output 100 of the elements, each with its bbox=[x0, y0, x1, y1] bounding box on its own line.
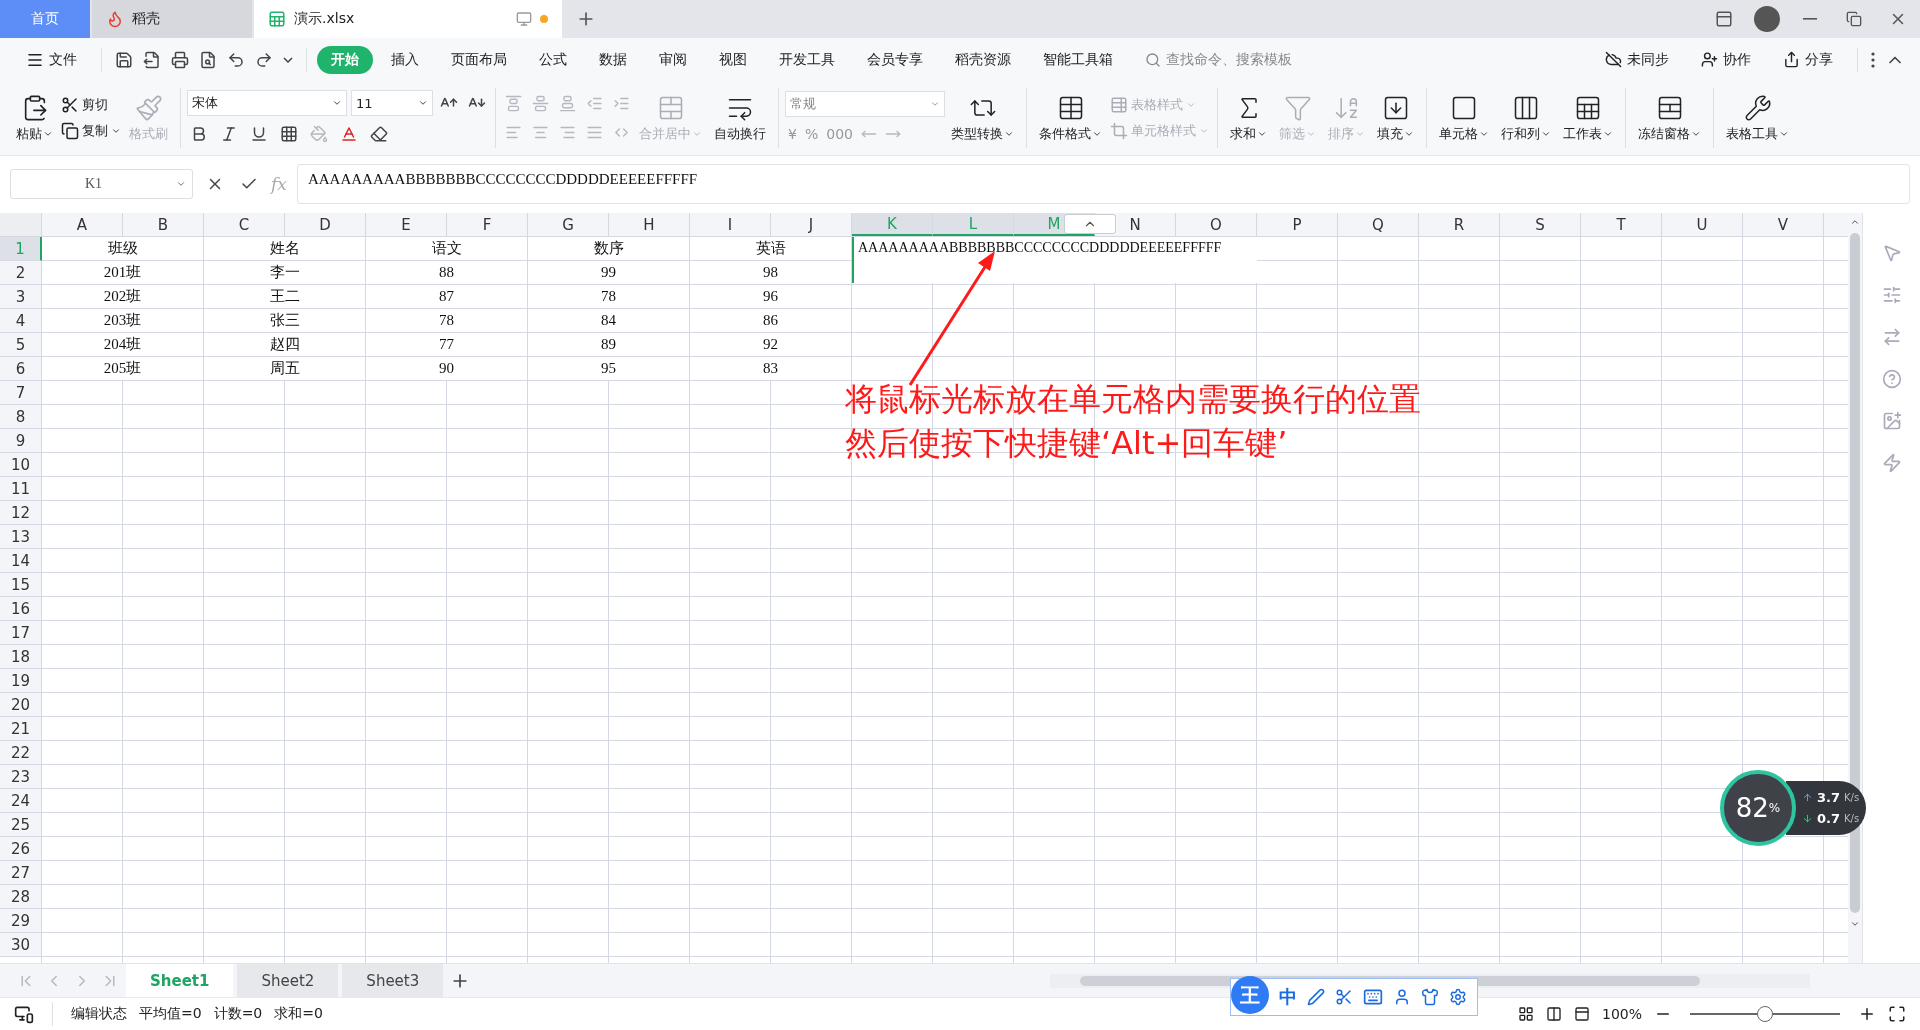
ime-logo[interactable]: 王 bbox=[1231, 976, 1269, 1014]
row-header[interactable]: 21 bbox=[0, 717, 42, 742]
row-header[interactable]: 27 bbox=[0, 861, 42, 886]
ribbon-tab[interactable]: 审阅 bbox=[645, 45, 701, 74]
rate-unit: K/s bbox=[1844, 792, 1860, 803]
row-header[interactable]: 23 bbox=[0, 765, 42, 790]
upload-icon bbox=[1802, 792, 1813, 803]
action-button[interactable]: 协作 bbox=[1687, 45, 1765, 74]
ribbon-tab[interactable]: 会员专享 bbox=[853, 45, 937, 74]
zoom-level[interactable]: 100% bbox=[1601, 1006, 1642, 1023]
ime-mode[interactable]: 中 bbox=[1279, 985, 1297, 1009]
conditional-format-button[interactable]: 条件格式 bbox=[1033, 93, 1108, 143]
tool-button[interactable]: 单元格 bbox=[1433, 93, 1495, 143]
row-header[interactable]: 7 bbox=[0, 381, 42, 406]
row-header[interactable]: 28 bbox=[0, 885, 42, 910]
tool-button[interactable]: 工作表 bbox=[1557, 93, 1619, 143]
cell-editor[interactable]: AAAAAAAAABBBBBBBCCCCCCCCDDDDDEEEEEFFFFF bbox=[852, 237, 1257, 284]
cut-button[interactable]: 剪切 bbox=[59, 96, 123, 115]
status-stat: 计数=0 bbox=[213, 1005, 263, 1024]
file-menu[interactable]: 文件 bbox=[12, 45, 91, 74]
row-header[interactable]: 30 bbox=[0, 933, 42, 958]
row-header[interactable]: 19 bbox=[0, 669, 42, 694]
font-size: 11 bbox=[356, 95, 373, 111]
action-button[interactable]: 未同步 bbox=[1591, 45, 1683, 74]
row-header[interactable]: 2 bbox=[0, 261, 42, 286]
row-header[interactable]: 20 bbox=[0, 693, 42, 718]
row-header[interactable]: 22 bbox=[0, 741, 42, 766]
collapse-menu[interactable] bbox=[1064, 214, 1116, 235]
ribbon-tab[interactable]: 公式 bbox=[525, 45, 581, 74]
font-size-select[interactable]: 11 bbox=[351, 90, 433, 117]
sheet-tab[interactable]: Sheet2 bbox=[237, 964, 339, 998]
pen-icon[interactable] bbox=[1307, 988, 1325, 1006]
tool-button[interactable]: 行和列 bbox=[1495, 93, 1557, 143]
cell-style-icon bbox=[1110, 122, 1128, 141]
ribbon-tab[interactable]: 页面布局 bbox=[437, 45, 521, 74]
minimize-icon bbox=[1803, 17, 1817, 20]
tool-button[interactable]: 冻结窗格 bbox=[1632, 93, 1707, 143]
shirt-icon[interactable] bbox=[1421, 988, 1439, 1006]
font-select[interactable]: 宋体 bbox=[187, 90, 347, 117]
name-box[interactable]: K1 bbox=[10, 169, 193, 200]
row-header[interactable]: 4 bbox=[0, 309, 42, 334]
share-icon bbox=[1783, 51, 1800, 69]
row-header[interactable]: 6 bbox=[0, 357, 42, 382]
tool-button[interactable]: 求和 bbox=[1224, 93, 1273, 143]
row-header[interactable]: 24 bbox=[0, 789, 42, 814]
action-button[interactable]: 分享 bbox=[1769, 45, 1847, 74]
ribbon-tab[interactable]: 稻壳资源 bbox=[941, 45, 1025, 74]
convert-button[interactable]: 类型转换 bbox=[945, 93, 1020, 143]
row-header[interactable]: 15 bbox=[0, 573, 42, 598]
window-tab[interactable]: 演示.xlsx bbox=[254, 0, 562, 38]
status-stat: 求和=0 bbox=[274, 1005, 323, 1024]
row-header[interactable]: 29 bbox=[0, 909, 42, 934]
row-header[interactable]: 18 bbox=[0, 645, 42, 670]
ribbon-tab[interactable]: 插入 bbox=[377, 45, 433, 74]
fullscreen-icon[interactable] bbox=[1888, 1005, 1906, 1024]
slider-thumb[interactable] bbox=[1757, 1006, 1773, 1023]
sheet-tab[interactable]: Sheet3 bbox=[342, 964, 444, 998]
ribbon-tab[interactable]: 智能工具箱 bbox=[1029, 45, 1127, 74]
ribbon-tab[interactable]: 视图 bbox=[705, 45, 761, 74]
status-mode: 编辑状态 bbox=[71, 1005, 127, 1024]
row-header[interactable]: 26 bbox=[0, 837, 42, 862]
row-header[interactable]: 17 bbox=[0, 621, 42, 646]
italic-icon bbox=[220, 125, 238, 144]
align-bottom-icon bbox=[559, 95, 576, 113]
row-header[interactable]: 12 bbox=[0, 501, 42, 526]
number-format-select[interactable]: 常规 bbox=[785, 91, 945, 118]
row-header[interactable]: 16 bbox=[0, 597, 42, 622]
usage-unit: % bbox=[1768, 801, 1781, 815]
printer-icon bbox=[171, 50, 189, 69]
row-header[interactable]: 5 bbox=[0, 333, 42, 358]
paste-button[interactable]: 粘贴 bbox=[10, 93, 59, 143]
formula-input[interactable]: AAAAAAAAABBBBBBBCCCCCCCCDDDDDEEEEEFFFFF bbox=[296, 164, 1910, 205]
tool-button[interactable]: 填充 bbox=[1371, 93, 1420, 143]
row-header[interactable]: 9 bbox=[0, 429, 42, 454]
window-tab[interactable]: 稻壳 bbox=[92, 0, 252, 38]
settings-icon[interactable] bbox=[1449, 988, 1467, 1006]
brush-icon bbox=[134, 93, 163, 122]
user-icon[interactable] bbox=[1393, 988, 1411, 1006]
copy-button[interactable]: 复制 bbox=[59, 122, 123, 141]
row-header[interactable]: 25 bbox=[0, 813, 42, 838]
scissors-icon[interactable] bbox=[1335, 988, 1353, 1006]
row-header[interactable]: 13 bbox=[0, 525, 42, 550]
upload-rate: 3.7 bbox=[1817, 790, 1841, 805]
page-break-icon[interactable] bbox=[1573, 1006, 1590, 1023]
normal-view-icon[interactable] bbox=[1517, 1006, 1534, 1023]
ribbon-tab[interactable]: 数据 bbox=[585, 45, 641, 74]
row-header[interactable]: 8 bbox=[0, 405, 42, 430]
row-header[interactable]: 14 bbox=[0, 549, 42, 574]
tool-button[interactable]: 表格工具 bbox=[1720, 93, 1795, 143]
monitor-icon bbox=[516, 10, 532, 27]
page-view-icon[interactable] bbox=[1545, 1006, 1562, 1023]
ribbon-tab[interactable]: 开发工具 bbox=[765, 45, 849, 74]
wrap-text-button[interactable]: 自动换行 bbox=[708, 93, 772, 143]
rate-unit: K/s bbox=[1844, 813, 1860, 824]
sliders-icon[interactable] bbox=[1881, 285, 1902, 306]
keyboard-icon[interactable] bbox=[1363, 987, 1383, 1007]
row-header[interactable]: 11 bbox=[0, 477, 42, 502]
usage-value: 82 bbox=[1735, 793, 1769, 823]
row-header[interactable]: 10 bbox=[0, 453, 42, 478]
row-header[interactable]: 3 bbox=[0, 285, 42, 310]
